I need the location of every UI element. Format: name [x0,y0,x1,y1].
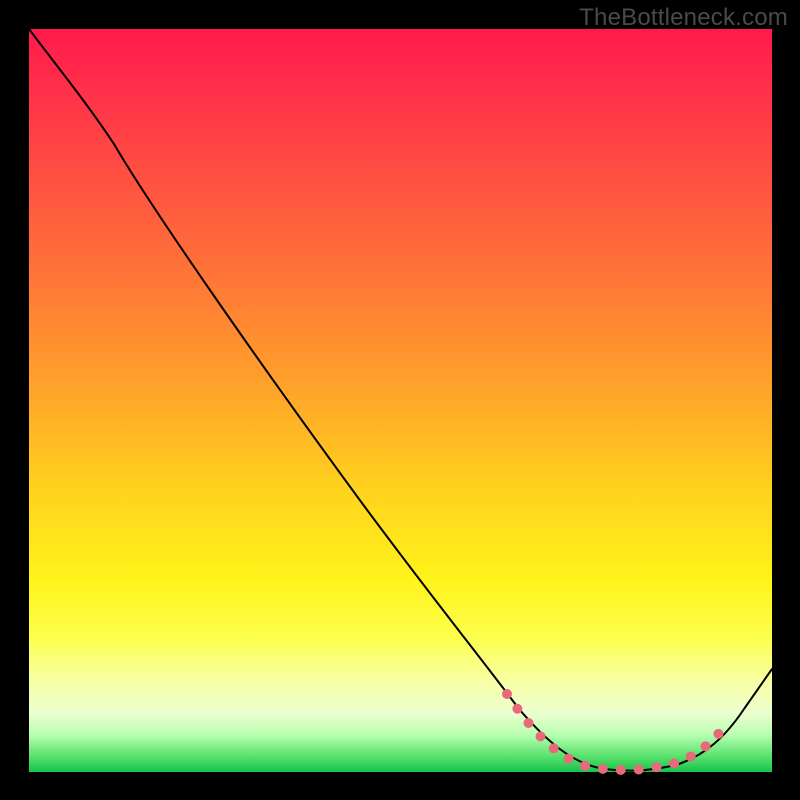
chart-frame: TheBottleneck.com [0,0,800,800]
watermark-text: TheBottleneck.com [579,4,788,32]
bottleneck-curve-line [29,29,772,771]
chart-plot-area [29,29,772,772]
chart-curve-svg [29,29,772,772]
optimal-range-dots [507,694,729,770]
